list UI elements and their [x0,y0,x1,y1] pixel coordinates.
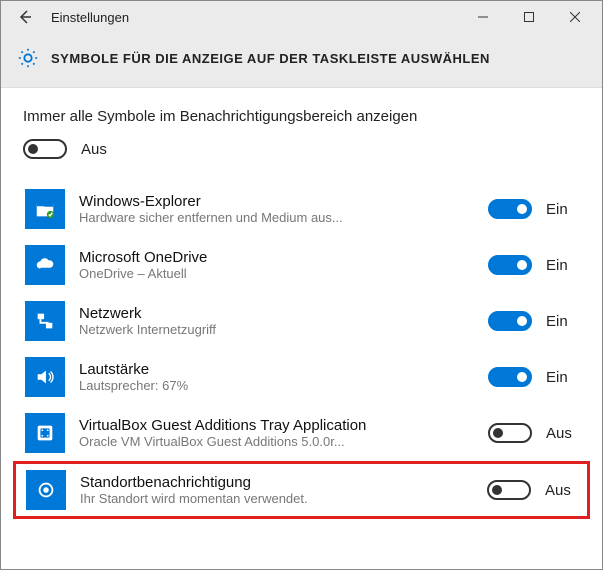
item-toggle[interactable] [488,311,532,331]
titlebar: Einstellungen [1,1,602,33]
window-controls [460,1,598,33]
master-toggle-state: Aus [81,141,113,158]
item-labels: NetzwerkNetzwerk Internetzugriff [79,305,488,337]
item-title: Microsoft OneDrive [79,249,478,266]
item-toggle[interactable] [488,367,532,387]
onedrive-icon [25,245,65,285]
content-area: Immer alle Symbole im Benachrichtigungsb… [1,88,602,529]
item-toggle[interactable] [487,480,531,500]
gear-icon [17,47,39,69]
master-toggle[interactable] [23,139,67,159]
icon-list: Windows-ExplorerHardware sicher entferne… [23,181,580,519]
back-arrow-icon [17,9,33,25]
close-icon [570,12,580,22]
list-item: NetzwerkNetzwerk Internetzugriff Ein [23,293,580,349]
list-item: LautstärkeLautsprecher: 67% Ein [23,349,580,405]
location-icon [26,470,66,510]
item-title: VirtualBox Guest Additions Tray Applicat… [79,417,478,434]
item-subtitle: Ihr Standort wird momentan verwendet. [80,491,477,506]
item-subtitle: Lautsprecher: 67% [79,378,478,393]
item-labels: Microsoft OneDriveOneDrive – Aktuell [79,249,488,281]
toggle-wrap: Aus [487,480,577,500]
item-labels: Windows-ExplorerHardware sicher entferne… [79,193,488,225]
item-labels: StandortbenachrichtigungIhr Standort wir… [80,474,487,506]
item-subtitle: Hardware sicher entfernen und Medium aus… [79,210,478,225]
maximize-button[interactable] [506,1,552,33]
item-subtitle: Netzwerk Internetzugriff [79,322,478,337]
page-header: SYMBOLE FÜR DIE ANZEIGE AUF DER TASKLEIS… [1,33,602,88]
item-labels: VirtualBox Guest Additions Tray Applicat… [79,417,488,449]
item-subtitle: OneDrive – Aktuell [79,266,478,281]
list-item: VirtualBox Guest Additions Tray Applicat… [23,405,580,461]
toggle-wrap: Ein [488,199,578,219]
page-title: SYMBOLE FÜR DIE ANZEIGE AUF DER TASKLEIS… [51,51,490,66]
minimize-icon [478,12,488,22]
master-toggle-row: Aus [23,139,580,159]
toggle-wrap: Ein [488,367,578,387]
item-toggle[interactable] [488,199,532,219]
explorer-icon [25,189,65,229]
item-toggle[interactable] [488,423,532,443]
maximize-icon [524,12,534,22]
item-toggle-state: Ein [546,201,578,218]
item-toggle[interactable] [488,255,532,275]
item-title: Standortbenachrichtigung [80,474,477,491]
item-toggle-state: Aus [545,482,577,499]
volume-icon [25,357,65,397]
item-toggle-state: Ein [546,257,578,274]
item-toggle-state: Aus [546,425,578,442]
toggle-wrap: Aus [488,423,578,443]
toggle-wrap: Ein [488,255,578,275]
vbox-icon [25,413,65,453]
list-item: StandortbenachrichtigungIhr Standort wir… [13,461,590,519]
list-item: Microsoft OneDriveOneDrive – Aktuell Ein [23,237,580,293]
window-title: Einstellungen [51,10,129,25]
item-subtitle: Oracle VM VirtualBox Guest Additions 5.0… [79,434,478,449]
item-title: Netzwerk [79,305,478,322]
master-toggle-label: Immer alle Symbole im Benachrichtigungsb… [23,108,580,125]
list-item: Windows-ExplorerHardware sicher entferne… [23,181,580,237]
item-title: Windows-Explorer [79,193,478,210]
close-button[interactable] [552,1,598,33]
item-toggle-state: Ein [546,369,578,386]
back-button[interactable] [5,1,45,33]
toggle-wrap: Ein [488,311,578,331]
item-title: Lautstärke [79,361,478,378]
item-toggle-state: Ein [546,313,578,330]
minimize-button[interactable] [460,1,506,33]
network-icon [25,301,65,341]
item-labels: LautstärkeLautsprecher: 67% [79,361,488,393]
